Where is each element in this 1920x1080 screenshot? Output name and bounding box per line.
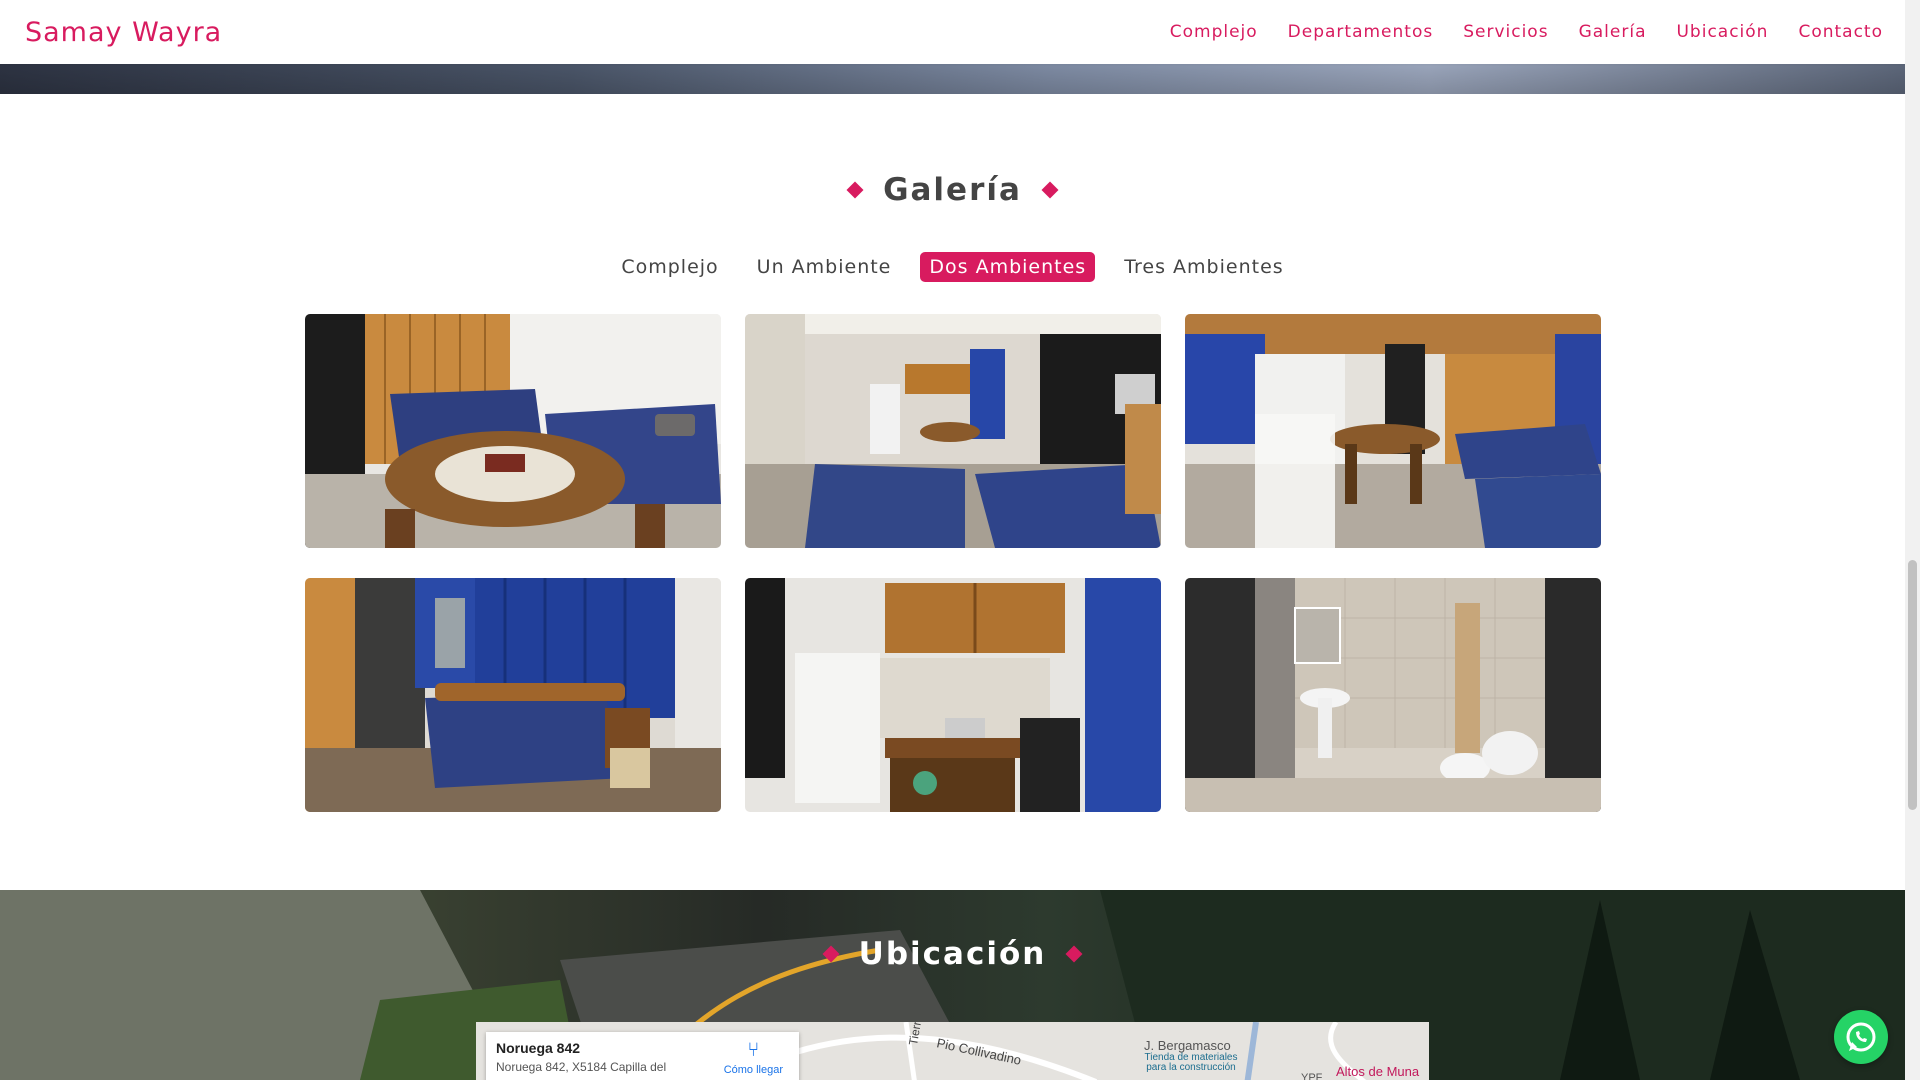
- navbar: Samay Wayra Complejo Departamentos Servi…: [0, 0, 1905, 64]
- location-title: Ubicación: [858, 936, 1047, 972]
- map-fuel-label: YPF: [1301, 1072, 1323, 1080]
- filter-complejo[interactable]: Complejo: [612, 252, 727, 282]
- nav-link-complejo[interactable]: Complejo: [1170, 22, 1258, 42]
- page-scrollbar[interactable]: [1905, 0, 1920, 1080]
- whatsapp-icon: [1846, 1022, 1876, 1052]
- brand-logo-link[interactable]: Samay Wayra: [25, 17, 222, 48]
- map-store-type: Tienda de materiales para la construcció…: [1144, 1052, 1238, 1073]
- map-area-label: Altos de Muna: [1336, 1064, 1420, 1079]
- diamond-icon: [846, 181, 864, 199]
- map-address: Noruega 842, X5184 Capilla del: [496, 1060, 667, 1074]
- location-section: Ubicación Noruega 842 Noruega 842, X5184…: [0, 890, 1905, 1080]
- nav-link-contacto[interactable]: Contacto: [1798, 22, 1883, 42]
- google-map-embed[interactable]: Noruega 842 Noruega 842, X5184 Capilla d…: [476, 1022, 1429, 1080]
- gallery-filters: Complejo Un Ambiente Dos Ambientes Tres …: [0, 252, 1905, 282]
- whatsapp-button[interactable]: [1834, 1010, 1888, 1064]
- gallery-title: Galería: [883, 172, 1022, 208]
- filter-dos-ambientes[interactable]: Dos Ambientes: [920, 252, 1096, 282]
- nav-link-ubicacion[interactable]: Ubicación: [1676, 22, 1768, 42]
- gallery-grid: [305, 314, 1602, 812]
- nav-links: Complejo Departamentos Servicios Galería…: [1170, 22, 1883, 42]
- nav-link-galeria[interactable]: Galería: [1579, 22, 1647, 42]
- kitchenette-photo[interactable]: [745, 578, 1161, 812]
- double-bedroom-photo[interactable]: [305, 578, 721, 812]
- living-kitchen-photo[interactable]: [745, 314, 1161, 548]
- map-store-name: J. Bergamasco: [1144, 1038, 1231, 1053]
- gallery-section: Galería Complejo Un Ambiente Dos Ambient…: [0, 94, 1905, 890]
- nav-link-departamentos[interactable]: Departamentos: [1288, 22, 1434, 42]
- location-heading: Ubicación: [0, 936, 1905, 972]
- scrollbar-thumb[interactable]: [1908, 560, 1917, 810]
- gallery-heading: Galería: [0, 172, 1905, 208]
- bedroom-dining-photo[interactable]: [305, 314, 721, 548]
- diamond-icon: [1065, 945, 1083, 963]
- directions-link[interactable]: ⑂ Cómo llegar: [724, 1040, 783, 1076]
- nav-link-servicios[interactable]: Servicios: [1463, 22, 1548, 42]
- diamond-icon: [1041, 181, 1059, 199]
- hero-background-strip: [0, 64, 1905, 94]
- dining-room-photo[interactable]: [1185, 314, 1601, 548]
- map-info-card: Noruega 842 Noruega 842, X5184 Capilla d…: [486, 1032, 799, 1080]
- diamond-icon: [822, 945, 840, 963]
- filter-un-ambiente[interactable]: Un Ambiente: [748, 252, 901, 282]
- directions-label: Cómo llegar: [723, 1064, 783, 1076]
- bathroom-photo[interactable]: [1185, 578, 1601, 812]
- filter-tres-ambientes[interactable]: Tres Ambientes: [1115, 252, 1292, 282]
- directions-icon: ⑂: [747, 1039, 760, 1061]
